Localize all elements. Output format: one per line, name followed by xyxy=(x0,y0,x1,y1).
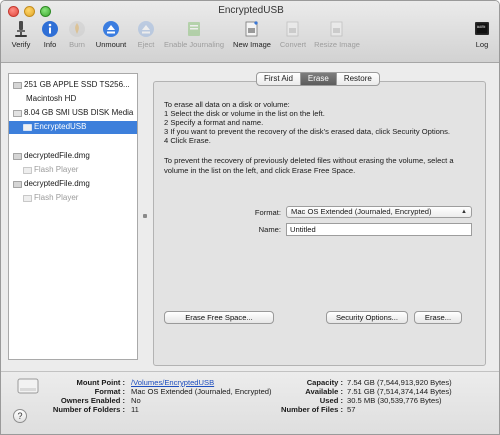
security-options-button[interactable]: Security Options... xyxy=(326,311,408,324)
new-image-button[interactable]: New Image xyxy=(231,20,273,56)
volume-icon xyxy=(23,167,32,174)
used-label: Used : xyxy=(319,396,343,405)
list-item[interactable]: Macintosh HD xyxy=(9,93,137,106)
sidebar-item-label: Flash Player xyxy=(34,193,79,202)
format-info-label: Format : xyxy=(94,387,125,396)
unmount-button[interactable]: Unmount xyxy=(93,20,129,56)
list-item[interactable]: 8.04 GB SMI USB DISK Media xyxy=(9,107,137,120)
enable-journaling-button[interactable]: Enable Journaling xyxy=(161,20,227,56)
tab-bar: First Aid Erase Restore xyxy=(256,72,380,86)
log-label: Log xyxy=(475,40,489,49)
list-item[interactable]: EncryptedUSB xyxy=(9,121,137,134)
list-item[interactable]: decryptedFile.dmg xyxy=(9,178,137,191)
list-item[interactable]: decryptedFile.dmg xyxy=(9,150,137,163)
title-bar: EncryptedUSB Verify Info Burn Unmount Ej… xyxy=(1,1,499,63)
convert-icon xyxy=(286,21,299,37)
disk-image-icon xyxy=(13,153,22,160)
instruction-line: 2 Specify a format and name. xyxy=(164,118,264,127)
available-value: 7.51 GB (7,514,374,144 Bytes) xyxy=(347,387,452,396)
available-label: Available : xyxy=(305,387,343,396)
window-title: EncryptedUSB xyxy=(218,5,284,16)
disk-image-icon xyxy=(13,181,22,188)
sidebar-item-label: 251 GB APPLE SSD TS256... xyxy=(24,80,130,89)
drive-icon xyxy=(17,378,39,394)
list-item[interactable]: Flash Player xyxy=(9,164,137,177)
burn-button[interactable]: Burn xyxy=(65,20,89,56)
disk-utility-window: EncryptedUSB Verify Info Burn Unmount Ej… xyxy=(0,0,500,435)
verify-button[interactable]: Verify xyxy=(7,20,35,56)
sidebar-item-label: Flash Player xyxy=(34,165,79,174)
eject-label: Eject xyxy=(137,40,155,49)
instruction-line: 4 Click Erase. xyxy=(164,136,211,145)
mount-point-value[interactable]: /Volumes/EncryptedUSB xyxy=(131,378,214,387)
sidebar-item-label: Macintosh HD xyxy=(26,94,77,103)
erase-instructions: To erase all data on a disk or volume: 1… xyxy=(164,100,484,145)
list-item[interactable]: Flash Player xyxy=(9,192,137,205)
number-of-files-label: Number of Files : xyxy=(280,405,343,414)
verify-label: Verify xyxy=(11,40,31,49)
number-of-folders-label: Number of Folders : xyxy=(52,405,125,414)
info-label: Info xyxy=(43,40,57,49)
log-button[interactable]: WARN Log xyxy=(471,20,493,56)
info-button[interactable]: Info xyxy=(39,20,61,56)
tab-restore[interactable]: Restore xyxy=(337,73,379,85)
volume-icon xyxy=(23,124,32,131)
info-icon xyxy=(42,21,58,37)
select-arrows-icon: ▲ xyxy=(461,209,467,215)
list-item[interactable]: 251 GB APPLE SSD TS256... xyxy=(9,79,137,92)
format-info-value: Mac OS Extended (Journaled, Encrypted) xyxy=(131,387,272,396)
format-select-value: Mac OS Extended (Journaled, Encrypted) xyxy=(291,207,432,216)
log-icon: WARN xyxy=(475,22,489,35)
capacity-value: 7.54 GB (7,544,913,920 Bytes) xyxy=(347,378,452,387)
convert-label: Convert xyxy=(279,40,307,49)
capacity-label: Capacity : xyxy=(306,378,343,387)
microscope-icon xyxy=(15,21,27,37)
usb-disk-icon xyxy=(13,110,22,117)
number-of-folders-value: 11 xyxy=(131,405,139,414)
log-icon-text: WARN xyxy=(477,26,485,30)
free-space-instructions: To prevent the recovery of previously de… xyxy=(164,156,454,175)
enable-journaling-label: Enable Journaling xyxy=(163,40,225,49)
convert-button[interactable]: Convert xyxy=(277,20,309,56)
resize-image-label: Resize Image xyxy=(314,40,360,49)
mount-point-label: Mount Point : xyxy=(76,378,126,387)
new-image-label: New Image xyxy=(233,40,271,49)
owners-enabled-value: No xyxy=(131,396,141,405)
name-label: Name: xyxy=(258,225,281,234)
new-image-icon xyxy=(245,21,258,37)
instruction-line: 1 Select the disk or volume in the list … xyxy=(164,109,325,118)
disk-list-sidebar: 251 GB APPLE SSD TS256... Macintosh HD 8… xyxy=(8,73,138,360)
split-view-handle[interactable] xyxy=(143,214,147,218)
owners-enabled-label: Owners Enabled : xyxy=(60,396,125,405)
unmount-label: Unmount xyxy=(95,40,127,49)
sidebar-item-label: 8.04 GB SMI USB DISK Media xyxy=(24,108,134,117)
format-label: Format: xyxy=(254,208,281,217)
instruction-line: To erase all data on a disk or volume: xyxy=(164,100,290,109)
journal-icon xyxy=(188,22,200,36)
tab-erase[interactable]: Erase xyxy=(300,73,337,85)
erase-button[interactable]: Erase... xyxy=(414,311,462,324)
unmount-icon xyxy=(103,21,119,37)
internal-disk-icon xyxy=(13,82,22,89)
used-value: 30.5 MB (30,539,776 Bytes) xyxy=(347,396,442,405)
eject-icon xyxy=(138,21,154,37)
number-of-files-value: 57 xyxy=(347,405,356,414)
volume-icon xyxy=(23,195,32,202)
format-select[interactable]: Mac OS Extended (Journaled, Encrypted) ▲ xyxy=(286,206,472,218)
instruction-line: 3 If you want to prevent the recovery of… xyxy=(164,127,451,136)
sidebar-item-label: decryptedFile.dmg xyxy=(24,151,90,160)
erase-free-space-button[interactable]: Erase Free Space... xyxy=(164,311,274,324)
resize-image-button[interactable]: Resize Image xyxy=(312,20,362,56)
tab-first-aid[interactable]: First Aid xyxy=(257,73,301,85)
burn-label: Burn xyxy=(69,40,85,49)
name-field[interactable] xyxy=(286,223,472,236)
burn-icon xyxy=(69,21,85,37)
resize-image-icon xyxy=(330,21,343,37)
eject-button[interactable]: Eject xyxy=(134,20,158,56)
help-button[interactable]: ? xyxy=(13,409,27,423)
sidebar-item-label: decryptedFile.dmg xyxy=(24,179,90,188)
sidebar-item-label: EncryptedUSB xyxy=(34,122,87,131)
